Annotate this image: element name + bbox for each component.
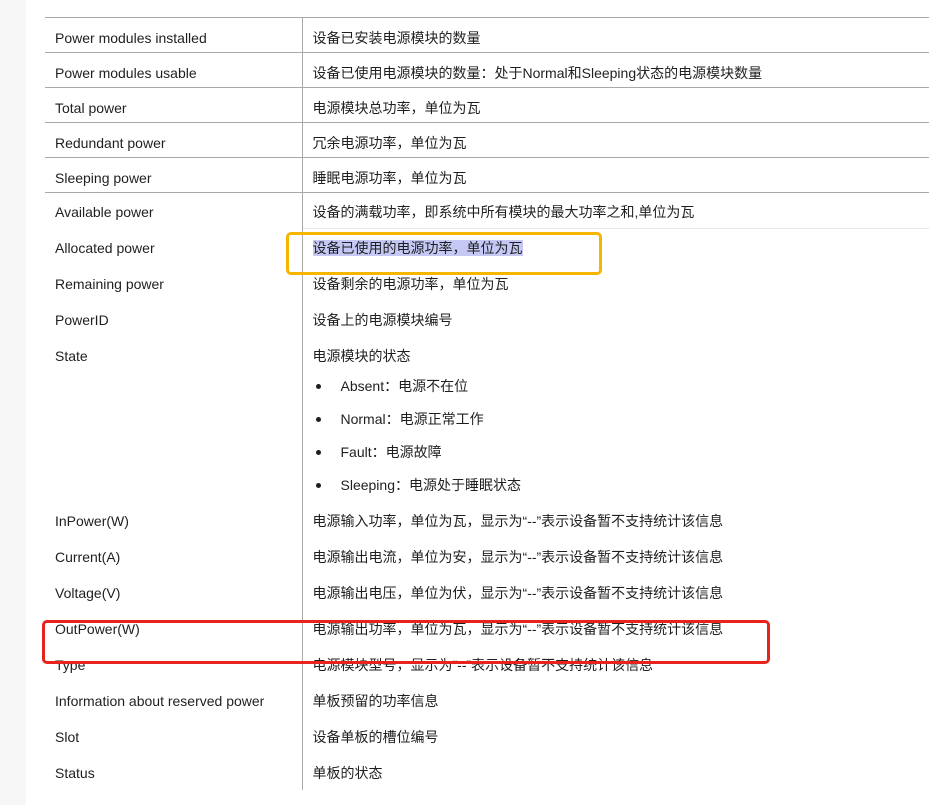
table-row: Power modules usable 设备已使用电源模块的数量：处于Norm… xyxy=(45,52,929,88)
param-name: Total power xyxy=(45,87,303,123)
table-row: Sleeping power 睡眠电源功率，单位为瓦 xyxy=(45,157,929,193)
param-name: Information about reserved power xyxy=(45,681,303,718)
param-desc: 电源输入功率，单位为瓦，显示为“--”表示设备暂不支持统计该信息 xyxy=(312,512,724,529)
param-name: Available power xyxy=(45,192,303,229)
table-row: Status 单板的状态 xyxy=(45,753,929,790)
param-desc: 电源输出电压，单位为伏，显示为“--”表示设备暂不支持统计该信息 xyxy=(312,584,724,601)
list-item: Normal：电源正常工作 xyxy=(313,403,920,436)
state-options-list: Absent：电源不在位 Normal：电源正常工作 Fault：电源故障 Sl… xyxy=(313,370,920,502)
table-row: Total power 电源模块总功率，单位为瓦 xyxy=(45,87,929,123)
param-name: Power modules installed xyxy=(45,17,303,53)
table-row: Slot 设备单板的槽位编号 xyxy=(45,717,929,754)
param-name: Slot xyxy=(45,717,303,754)
param-desc: 电源输出电流，单位为安，显示为“--”表示设备暂不支持统计该信息 xyxy=(312,548,724,565)
param-desc: 设备的满载功率，即系统中所有模块的最大功率之和,单位为瓦 xyxy=(302,192,929,229)
param-desc: 单板预留的功率信息 xyxy=(312,692,439,709)
table-row: Voltage(V) 电源输出电压，单位为伏，显示为“--”表示设备暂不支持统计… xyxy=(45,573,929,610)
param-name: Voltage(V) xyxy=(45,573,303,610)
list-item: Absent：电源不在位 xyxy=(313,370,920,403)
param-desc: 设备已使用电源模块的数量：处于Normal和Sleeping状态的电源模块数量 xyxy=(302,52,929,88)
param-desc: 单板的状态 xyxy=(312,764,383,781)
table-row: InPower(W) 电源输入功率，单位为瓦，显示为“--”表示设备暂不支持统计… xyxy=(45,501,929,538)
param-name: Redundant power xyxy=(45,122,303,158)
table-row: PowerID 设备上的电源模块编号 xyxy=(45,300,929,337)
param-name: Power modules usable xyxy=(45,52,303,88)
state-description: 电源模块的状态 xyxy=(312,347,411,364)
list-item: Fault：电源故障 xyxy=(313,436,920,469)
param-name: State xyxy=(45,336,303,502)
highlight-box-yellow xyxy=(286,232,602,275)
param-desc: 设备上的电源模块编号 xyxy=(312,311,453,328)
table-row: Current(A) 电源输出电流，单位为安，显示为“--”表示设备暂不支持统计… xyxy=(45,537,929,574)
left-gutter xyxy=(0,0,26,805)
param-name: Status xyxy=(45,753,303,790)
param-desc: 设备单板的槽位编号 xyxy=(312,728,439,745)
list-item: Sleeping：电源处于睡眠状态 xyxy=(313,469,920,502)
document-body: Power modules installed 设备已安装电源模块的数量 Pow… xyxy=(45,17,929,790)
param-desc: 冗余电源功率，单位为瓦 xyxy=(302,122,929,158)
param-desc: 电源模块总功率，单位为瓦 xyxy=(302,87,929,123)
param-name: Remaining power xyxy=(45,264,303,301)
highlight-box-red xyxy=(42,620,770,664)
param-desc: 电源模块的状态 Absent：电源不在位 Normal：电源正常工作 Fault… xyxy=(302,337,929,502)
param-desc: 睡眠电源功率，单位为瓦 xyxy=(302,157,929,193)
param-name: Allocated power xyxy=(45,228,303,265)
table-row: Available power 设备的满载功率，即系统中所有模块的最大功率之和,… xyxy=(45,192,929,229)
parameter-table: Power modules installed 设备已安装电源模块的数量 Pow… xyxy=(45,17,929,790)
param-name: Current(A) xyxy=(45,537,303,574)
param-name: Sleeping power xyxy=(45,157,303,193)
param-name: PowerID xyxy=(45,300,303,337)
table-row: State 电源模块的状态 Absent：电源不在位 Normal：电源正常工作… xyxy=(45,336,929,502)
table-row: Redundant power 冗余电源功率，单位为瓦 xyxy=(45,122,929,158)
param-desc: 设备已安装电源模块的数量 xyxy=(302,17,929,53)
table-row: Power modules installed 设备已安装电源模块的数量 xyxy=(45,17,929,53)
param-name: InPower(W) xyxy=(45,501,303,538)
table-row: Information about reserved power 单板预留的功率… xyxy=(45,681,929,718)
